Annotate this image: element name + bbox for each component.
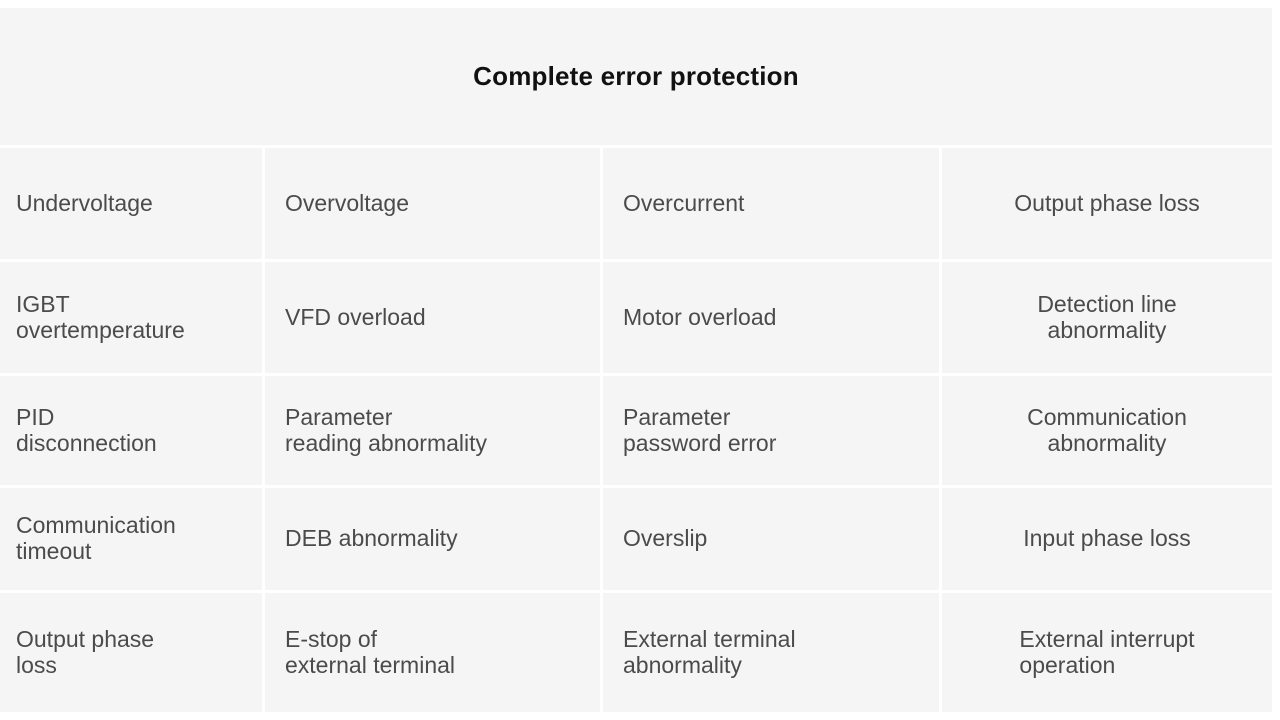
page-title: Complete error protection	[473, 61, 799, 92]
cell-label: VFD overload	[285, 303, 426, 330]
table-cell: IGBT overtemperature	[0, 262, 265, 373]
error-protection-table: Undervoltage Overvoltage Overcurrent Out…	[0, 148, 1272, 712]
cell-label: Undervoltage	[16, 189, 153, 216]
cell-label: Communication abnormality	[1027, 403, 1187, 456]
table-cell: Communication abnormality	[942, 376, 1272, 485]
table-cell: External terminal abnormality	[603, 593, 942, 712]
table-cell: Overslip	[603, 488, 942, 590]
table-row: Undervoltage Overvoltage Overcurrent Out…	[0, 148, 1272, 262]
table-cell: Undervoltage	[0, 148, 265, 259]
table-cell: Communication timeout	[0, 488, 265, 590]
table-cell: Overcurrent	[603, 148, 942, 259]
table-row: IGBT overtemperature VFD overload Motor …	[0, 262, 1272, 376]
cell-label: Parameter reading abnormality	[285, 403, 488, 456]
cell-label: Overcurrent	[623, 189, 745, 216]
cell-label: Output phase loss	[16, 625, 155, 678]
cell-label: PID disconnection	[16, 403, 157, 456]
table-cell: DEB abnormality	[265, 488, 603, 590]
table-cell: Parameter reading abnormality	[265, 376, 603, 485]
table-cell: Output phase loss	[0, 593, 265, 712]
table-row: PID disconnection Parameter reading abno…	[0, 376, 1272, 488]
cell-label: Detection line abnormality	[1037, 290, 1177, 343]
error-protection-panel: Complete error protection Undervoltage O…	[0, 8, 1272, 712]
table-row: Output phase loss E-stop of external ter…	[0, 593, 1272, 712]
table-cell: Parameter password error	[603, 376, 942, 485]
table-cell: Overvoltage	[265, 148, 603, 259]
table-cell: PID disconnection	[0, 376, 265, 485]
page-root: Complete error protection Undervoltage O…	[0, 0, 1280, 720]
cell-label: Input phase loss	[1023, 525, 1191, 552]
table-cell: External interrupt operation	[942, 593, 1272, 712]
cell-label: Output phase loss	[1014, 189, 1200, 216]
cell-label: External interrupt operation	[1019, 625, 1195, 678]
cell-label: Motor overload	[623, 303, 777, 330]
table-row: Communication timeout DEB abnormality Ov…	[0, 488, 1272, 593]
cell-label: E-stop of external terminal	[285, 625, 456, 678]
table-cell: Input phase loss	[942, 488, 1272, 590]
cell-label: IGBT overtemperature	[16, 290, 185, 343]
cell-label: Communication timeout	[16, 512, 176, 564]
cell-label: Overslip	[623, 525, 708, 552]
cell-label: Parameter password error	[623, 403, 777, 456]
panel-header: Complete error protection	[0, 8, 1272, 148]
cell-label: Overvoltage	[285, 189, 410, 216]
table-cell: Output phase loss	[942, 148, 1272, 259]
table-cell: E-stop of external terminal	[265, 593, 603, 712]
cell-label: External terminal abnormality	[623, 625, 796, 678]
table-cell: Motor overload	[603, 262, 942, 373]
cell-label: DEB abnormality	[285, 525, 458, 552]
table-cell: Detection line abnormality	[942, 262, 1272, 373]
table-cell: VFD overload	[265, 262, 603, 373]
